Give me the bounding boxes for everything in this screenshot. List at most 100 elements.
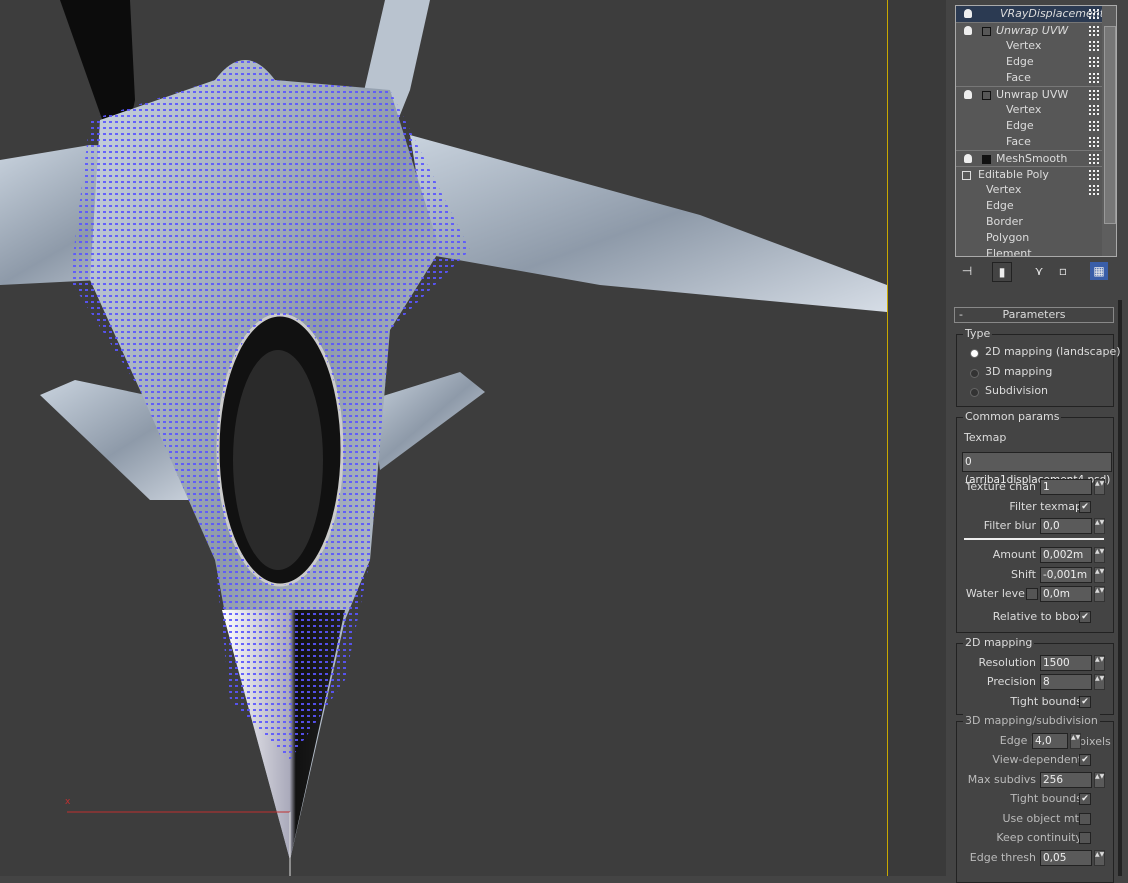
sub-object-dots-icon (1088, 104, 1100, 116)
shift-field[interactable]: -0,001m (1040, 567, 1092, 583)
configure-modifier-sets-icon[interactable]: ▦ (1090, 262, 1108, 280)
sub-object-dots-icon (1088, 56, 1100, 68)
show-end-result-icon[interactable]: ▮ (992, 262, 1012, 282)
water-level-checkbox[interactable] (1026, 588, 1038, 600)
modifier-stack-item[interactable]: VRayDisplacementMod (956, 6, 1116, 22)
modifier-stack-item[interactable]: Unwrap UVW (956, 22, 1102, 39)
view-dependent-checkbox[interactable]: ✔ (1079, 754, 1091, 766)
view-dependent-label: View-dependent (992, 753, 1082, 766)
lightbulb-icon[interactable] (964, 154, 972, 163)
amount-spinner[interactable]: ▲▼ (1094, 547, 1105, 563)
sub-object-dots-icon (1088, 136, 1100, 148)
stack-scrollbar[interactable] (1102, 6, 1116, 256)
panel-scrollbar[interactable] (1118, 300, 1122, 876)
sub-object-dots-icon (1088, 89, 1100, 101)
modifier-stack-item[interactable]: Vertex (956, 182, 1102, 198)
modifier-stack-item[interactable]: Edge (956, 54, 1102, 70)
modifier-label: Edge (986, 199, 1014, 212)
relative-bbox-label: Relative to bbox (992, 610, 1082, 623)
type-radio[interactable] (970, 368, 979, 378)
use-object-mtl-checkbox[interactable] (1079, 813, 1091, 825)
type-option-label: 3D mapping (985, 364, 1053, 378)
viewport[interactable]: x (0, 0, 888, 876)
filter-texmap-label: Filter texmap (1009, 500, 1082, 513)
modifier-label: Vertex (1006, 39, 1042, 52)
water-level-label: Water level (965, 587, 1028, 600)
keep-continuity-checkbox[interactable] (1079, 832, 1091, 844)
filter-blur-field[interactable]: 0,0 (1040, 518, 1092, 534)
pin-stack-icon[interactable]: ⊣ (958, 262, 976, 280)
relative-bbox-checkbox[interactable]: ✔ (1079, 611, 1091, 623)
sub-object-dots-icon (1088, 120, 1100, 132)
sub-object-dots-icon (1088, 8, 1100, 20)
modifier-stack-item[interactable]: Polygon (956, 230, 1102, 246)
minus-expander-icon[interactable] (982, 27, 991, 36)
water-level-spinner[interactable]: ▲▼ (1094, 586, 1105, 602)
modifier-stack-item[interactable]: Element (956, 246, 1102, 256)
precision-field[interactable]: 8 (1040, 674, 1092, 690)
modifier-label: Unwrap UVW (996, 24, 1069, 37)
right-wing (410, 135, 887, 312)
texture-chan-spinner[interactable]: ▲▼ (1094, 479, 1105, 495)
resolution-spinner[interactable]: ▲▼ (1094, 655, 1105, 671)
max-subdivs-spinner[interactable]: ▲▼ (1094, 772, 1105, 788)
lightbulb-icon[interactable] (964, 26, 972, 35)
edge-thresh-field[interactable]: 0,05 (1040, 850, 1092, 866)
texture-chan-field[interactable]: 1 (1040, 479, 1092, 495)
amount-field[interactable]: 0,002m (1040, 547, 1092, 563)
amount-label: Amount (992, 548, 1036, 561)
command-panel: VRayDisplacementMod Unwrap UVW Vertex Edge F… (946, 0, 1128, 883)
modifier-label: MeshSmooth (996, 152, 1068, 165)
filter-texmap-checkbox[interactable]: ✔ (1079, 501, 1091, 513)
tight-bounds-2d-checkbox[interactable]: ✔ (1079, 696, 1091, 708)
sub-object-dots-icon (1088, 40, 1100, 52)
divider (964, 538, 1104, 540)
modifier-stack-item[interactable]: MeshSmooth (956, 150, 1102, 167)
lightbulb-icon[interactable] (964, 90, 972, 99)
plus-expander-icon[interactable] (982, 155, 991, 164)
parameters-rollout-header[interactable]: - Parameters (954, 307, 1114, 323)
modifier-stack-item[interactable]: Vertex (956, 102, 1102, 118)
pixels-label: pixels (1079, 735, 1111, 748)
minus-expander-icon[interactable] (962, 171, 971, 180)
remove-modifier-icon[interactable]: ▫ (1054, 262, 1072, 280)
modifier-stack-item[interactable]: Unwrap UVW (956, 86, 1102, 103)
sub-object-dots-icon (1088, 25, 1100, 37)
sub-object-dots-icon (1088, 169, 1100, 181)
tight-bounds-2d-label: Tight bounds (1010, 695, 1082, 708)
modifier-stack-item[interactable]: Editable Poly (956, 166, 1102, 183)
make-unique-icon[interactable]: ⋎ (1030, 262, 1048, 280)
type-radio[interactable] (970, 388, 979, 397)
jet-model-render (0, 0, 887, 876)
minus-expander-icon[interactable] (982, 91, 991, 100)
type-radio[interactable] (970, 349, 979, 358)
water-level-field[interactable]: 0,0m (1040, 586, 1092, 602)
filter-blur-spinner[interactable]: ▲▼ (1094, 518, 1105, 534)
texmap-button[interactable]: 0 (arriba1displacement4.psd) (962, 452, 1112, 486)
sub-object-dots-icon (1088, 72, 1100, 84)
modifier-stack-item[interactable]: Face (956, 70, 1102, 86)
resolution-field[interactable]: 1500 (1040, 655, 1092, 671)
lightbulb-icon[interactable] (964, 9, 972, 18)
right-stabilizer (370, 372, 485, 470)
modifier-stack-item[interactable]: Face (956, 134, 1102, 150)
modifier-label: Polygon (986, 231, 1030, 244)
shift-spinner[interactable]: ▲▼ (1094, 567, 1105, 583)
modifier-label: Face (1006, 135, 1031, 148)
tight-bounds-3d-checkbox[interactable]: ✔ (1079, 793, 1091, 805)
edge-thresh-spinner[interactable]: ▲▼ (1094, 850, 1105, 866)
precision-spinner[interactable]: ▲▼ (1094, 674, 1105, 690)
sub-object-dots-icon (1088, 153, 1100, 165)
edge-length-spinner[interactable]: ▲▼ (1070, 733, 1081, 749)
modifier-stack-item[interactable]: Edge (956, 118, 1102, 134)
modifier-stack[interactable]: VRayDisplacementMod Unwrap UVW Vertex Edge F… (955, 5, 1117, 257)
modifier-stack-item[interactable]: Edge (956, 198, 1102, 214)
precision-label: Precision (986, 675, 1036, 688)
max-subdivs-label: Max subdivs (967, 773, 1036, 786)
max-subdivs-field[interactable]: 256 (1040, 772, 1092, 788)
modifier-stack-item[interactable]: Vertex (956, 38, 1102, 54)
texmap-label: Texmap (964, 431, 1007, 444)
rollout-title: Parameters (1002, 308, 1066, 321)
edge-length-field[interactable]: 4,0 (1032, 733, 1068, 749)
modifier-stack-item[interactable]: Border (956, 214, 1102, 230)
